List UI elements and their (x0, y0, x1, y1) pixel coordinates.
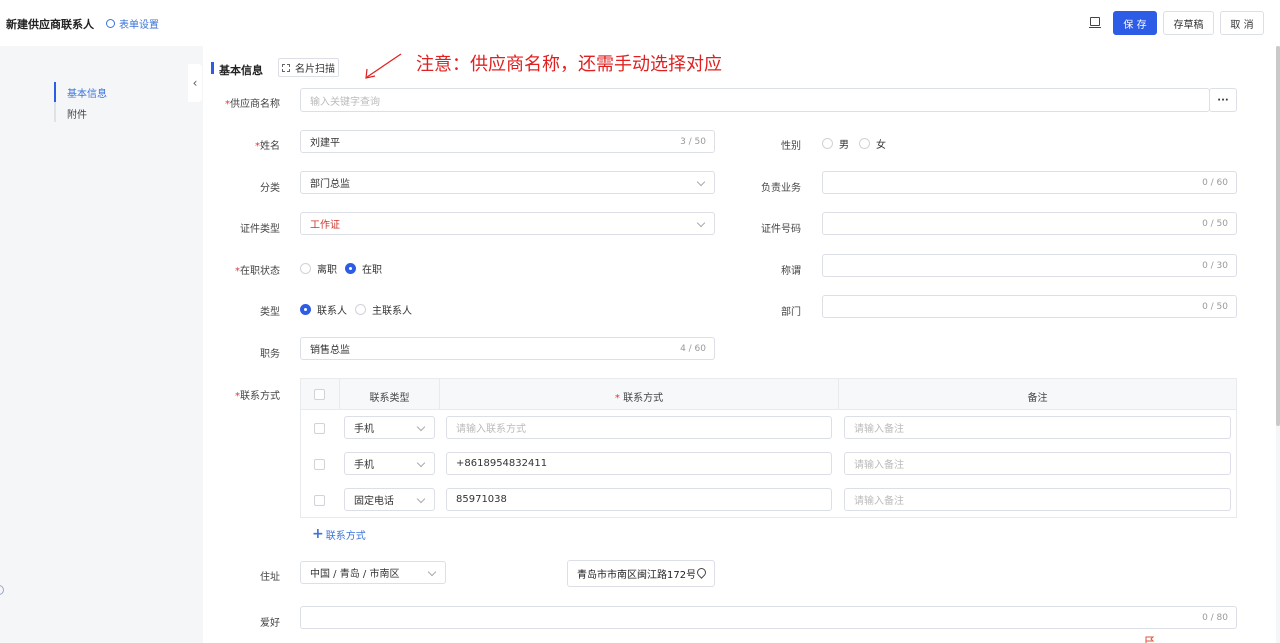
location-pin-icon (695, 566, 708, 579)
supplier-label: *供应商名称 (225, 99, 280, 110)
card-scan-button[interactable]: 名片扫描 (278, 58, 339, 77)
address-detail-input[interactable]: 青岛市市南区闽江路172号软件 (567, 560, 715, 587)
form-settings-link[interactable]: 表单设置 (106, 16, 159, 31)
type-label: 类型 (260, 307, 280, 318)
business-input[interactable]: 0 / 60 (822, 171, 1237, 194)
business-label: 负责业务 (761, 183, 801, 194)
draft-button[interactable]: 存草稿 (1163, 11, 1214, 35)
dept-input[interactable]: 0 / 50 (822, 295, 1237, 318)
col-note: 备注 (1027, 393, 1048, 404)
name-input[interactable]: 刘建平 3 / 50 (300, 130, 715, 153)
supplier-input[interactable]: 输入关键字查询 (300, 88, 1210, 112)
form-settings-label: 表单设置 (119, 20, 159, 31)
hobby-label: 爱好 (260, 618, 280, 629)
title-input[interactable]: 0 / 30 (822, 254, 1237, 277)
nav-indicator (54, 82, 56, 122)
plus-icon: + (312, 526, 324, 542)
section-marker (211, 62, 214, 74)
row-value-input[interactable]: 请输入联系方式 (446, 416, 832, 439)
idtype-label: 证件类型 (240, 224, 280, 235)
chevron-down-icon (696, 177, 706, 187)
row-type-select[interactable]: 手机 (344, 452, 435, 475)
scan-icon (282, 63, 290, 72)
title-label: 称谓 (781, 266, 801, 277)
position-label: 职务 (260, 349, 280, 360)
dept-label: 部门 (781, 307, 801, 318)
row-type-select[interactable]: 手机 (344, 416, 435, 439)
flag-icon (1145, 636, 1155, 643)
scrollbar[interactable] (1276, 46, 1280, 426)
card-scan-label: 名片扫描 (295, 64, 335, 75)
row-checkbox[interactable] (314, 495, 325, 506)
row-value-input[interactable]: +8618954832411 (446, 452, 832, 475)
nav-item-basic[interactable]: 基本信息 (67, 85, 107, 100)
nav-item-attachment[interactable]: 附件 (67, 106, 87, 121)
collapse-chevron-icon[interactable]: ‹ (188, 64, 202, 102)
gender-male-radio[interactable]: 男 (822, 136, 849, 151)
cancel-button[interactable]: 取 消 (1220, 11, 1264, 35)
row-note-input[interactable]: 请输入备注 (844, 416, 1231, 439)
row-note-input[interactable]: 请输入备注 (844, 488, 1231, 511)
side-nav (0, 46, 200, 643)
name-label: *姓名 (255, 141, 280, 152)
supplier-more-button[interactable]: ··· (1209, 88, 1237, 112)
status-label: *在职状态 (235, 266, 280, 277)
status-left-radio[interactable]: 离职 (300, 261, 337, 276)
position-input[interactable]: 销售总监 4 / 60 (300, 337, 715, 360)
row-value-input[interactable]: 85971038 (446, 488, 832, 511)
add-contact-button[interactable]: + 联系方式 (312, 526, 366, 542)
annotation-note: 注意：供应商名称，还需手动选择对应 (416, 54, 722, 75)
row-checkbox[interactable] (314, 423, 325, 434)
idno-label: 证件号码 (761, 224, 801, 235)
row-note-input[interactable]: 请输入备注 (844, 452, 1231, 475)
chevron-down-icon (696, 218, 706, 228)
status-active-radio[interactable]: 在职 (345, 261, 382, 276)
gender-female-radio[interactable]: 女 (859, 136, 886, 151)
category-label: 分类 (260, 183, 280, 194)
region-select[interactable]: 中国 / 青岛 / 市南区 (300, 561, 446, 584)
hobby-input[interactable]: 0 / 80 (300, 606, 1237, 629)
monitor-icon[interactable] (1089, 17, 1101, 28)
category-select[interactable]: 部门总监 (300, 171, 715, 194)
idtype-select[interactable]: 工作证 (300, 212, 715, 235)
contacts-table: 联系类型 * 联系方式 备注 手机 请输入联系方式 请输入备注 手机 +8618… (300, 378, 1237, 518)
row-type-select[interactable]: 固定电话 (344, 488, 435, 511)
page-title: 新建供应商联系人 (6, 18, 94, 31)
chevron-down-icon (427, 567, 437, 577)
address-label: 住址 (260, 572, 280, 583)
col-contact-value: * 联系方式 (614, 393, 664, 404)
contact-label: *联系方式 (235, 391, 280, 402)
annotation-arrow-icon (365, 53, 402, 79)
gender-label: 性别 (781, 141, 801, 152)
col-contact-type: 联系类型 (369, 393, 410, 404)
type-contact-radio[interactable]: 联系人 (300, 302, 347, 317)
type-main-contact-radio[interactable]: 主联系人 (355, 302, 412, 317)
idno-input[interactable]: 0 / 50 (822, 212, 1237, 235)
gear-icon (106, 19, 115, 28)
save-button[interactable]: 保 存 (1113, 11, 1157, 35)
section-title: 基本信息 (219, 64, 263, 77)
select-all-checkbox[interactable] (314, 389, 325, 400)
top-bar: 新建供应商联系人 表单设置 保 存 存草稿 取 消 (0, 0, 1280, 46)
row-checkbox[interactable] (314, 459, 325, 470)
